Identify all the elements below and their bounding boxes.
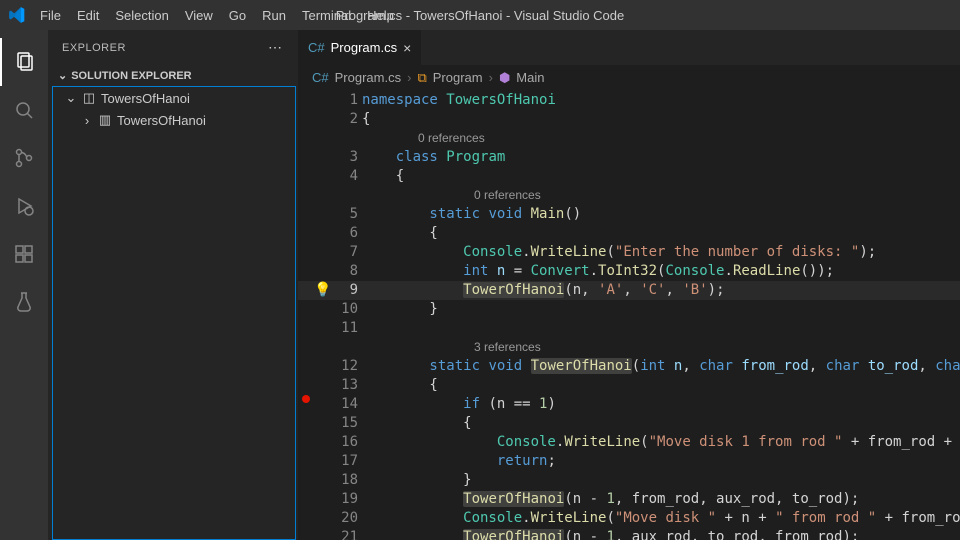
line-number: 8: [332, 262, 362, 281]
breakpoint-icon[interactable]: [302, 395, 310, 403]
sidebar-title: EXPLORER: [62, 42, 126, 54]
line-number: 11: [332, 319, 362, 338]
breadcrumbs[interactable]: C# Program.cs › ⧉ Program › ⬢ Main: [298, 65, 960, 91]
solution-tree[interactable]: ⌄ ◫ TowersOfHanoi › ▥ TowersOfHanoi: [52, 86, 296, 540]
line-number: 21: [332, 528, 362, 540]
line-number: 17: [332, 452, 362, 471]
line-number: 9: [332, 281, 362, 300]
line-number: 16: [332, 433, 362, 452]
csharp-file-icon: C#: [312, 70, 329, 85]
tree-child-label: TowersOfHanoi: [117, 113, 206, 128]
chevron-right-icon: ›: [489, 70, 493, 85]
menu-terminal[interactable]: Terminal: [294, 4, 359, 27]
line-number: 3: [332, 148, 362, 167]
search-icon[interactable]: [0, 86, 48, 134]
line-number: 15: [332, 414, 362, 433]
text-editor[interactable]: 1namespace TowersOfHanoi 2{ 0 references…: [298, 91, 960, 540]
chevron-down-icon: ⌄: [58, 69, 67, 82]
tab-label: Program.cs: [331, 40, 397, 55]
line-number: 13: [332, 376, 362, 395]
menu-bar: File Edit Selection View Go Run Terminal…: [32, 4, 402, 27]
line-number: 5: [332, 205, 362, 224]
tree-root-label: TowersOfHanoi: [101, 91, 190, 106]
tab-bar: C# Program.cs ×: [298, 30, 960, 65]
menu-selection[interactable]: Selection: [107, 4, 176, 27]
run-debug-icon[interactable]: [0, 182, 48, 230]
tab-program-cs[interactable]: C# Program.cs ×: [298, 30, 422, 65]
solution-icon: ◫: [81, 90, 97, 106]
line-number: 20: [332, 509, 362, 528]
line-number: 2: [332, 110, 362, 129]
editor-group: C# Program.cs × C# Program.cs › ⧉ Progra…: [298, 30, 960, 540]
line-number: 7: [332, 243, 362, 262]
explorer-icon[interactable]: [0, 38, 48, 86]
solution-explorer-header[interactable]: ⌄ SOLUTION EXPLORER: [48, 65, 298, 86]
menu-view[interactable]: View: [177, 4, 221, 27]
breadcrumb-file[interactable]: Program.cs: [335, 70, 401, 85]
codelens[interactable]: 0 references: [362, 129, 960, 148]
line-number: 1: [332, 91, 362, 110]
testing-icon[interactable]: [0, 278, 48, 326]
extensions-icon[interactable]: [0, 230, 48, 278]
sidebar: EXPLORER ⋯ ⌄ SOLUTION EXPLORER ⌄ ◫ Tower…: [48, 30, 298, 540]
close-icon[interactable]: ×: [403, 40, 411, 56]
line-number: 10: [332, 300, 362, 319]
sidebar-header: EXPLORER ⋯: [48, 30, 298, 65]
codelens[interactable]: 0 references: [362, 186, 960, 205]
line-number: 12: [332, 357, 362, 376]
csharp-file-icon: C#: [308, 40, 325, 55]
source-control-icon[interactable]: [0, 134, 48, 182]
activity-bar: [0, 30, 48, 540]
chevron-right-icon: ›: [81, 113, 93, 128]
vscode-icon: [8, 6, 26, 24]
line-number: 18: [332, 471, 362, 490]
chevron-down-icon: ⌄: [65, 90, 77, 106]
csharp-project-icon: ▥: [97, 112, 113, 128]
line-number: 6: [332, 224, 362, 243]
menu-file[interactable]: File: [32, 4, 69, 27]
breadcrumb-class[interactable]: Program: [433, 70, 483, 85]
menu-help[interactable]: Help: [359, 4, 402, 27]
solution-explorer-label: SOLUTION EXPLORER: [71, 70, 191, 82]
menu-edit[interactable]: Edit: [69, 4, 107, 27]
line-number: 14: [332, 395, 362, 414]
menu-go[interactable]: Go: [221, 4, 254, 27]
class-icon: ⧉: [417, 70, 426, 86]
codelens[interactable]: 3 references: [362, 338, 960, 357]
breadcrumb-method[interactable]: Main: [516, 70, 544, 85]
title-bar: File Edit Selection View Go Run Terminal…: [0, 0, 960, 30]
tree-child[interactable]: › ▥ TowersOfHanoi: [53, 109, 295, 131]
method-icon: ⬢: [499, 70, 510, 86]
menu-run[interactable]: Run: [254, 4, 294, 27]
line-number: 19: [332, 490, 362, 509]
chevron-right-icon: ›: [407, 70, 411, 85]
line-number: 4: [332, 167, 362, 186]
tree-root[interactable]: ⌄ ◫ TowersOfHanoi: [53, 87, 295, 109]
lightbulb-icon[interactable]: 💡: [314, 282, 331, 298]
sidebar-more-icon[interactable]: ⋯: [268, 39, 284, 56]
